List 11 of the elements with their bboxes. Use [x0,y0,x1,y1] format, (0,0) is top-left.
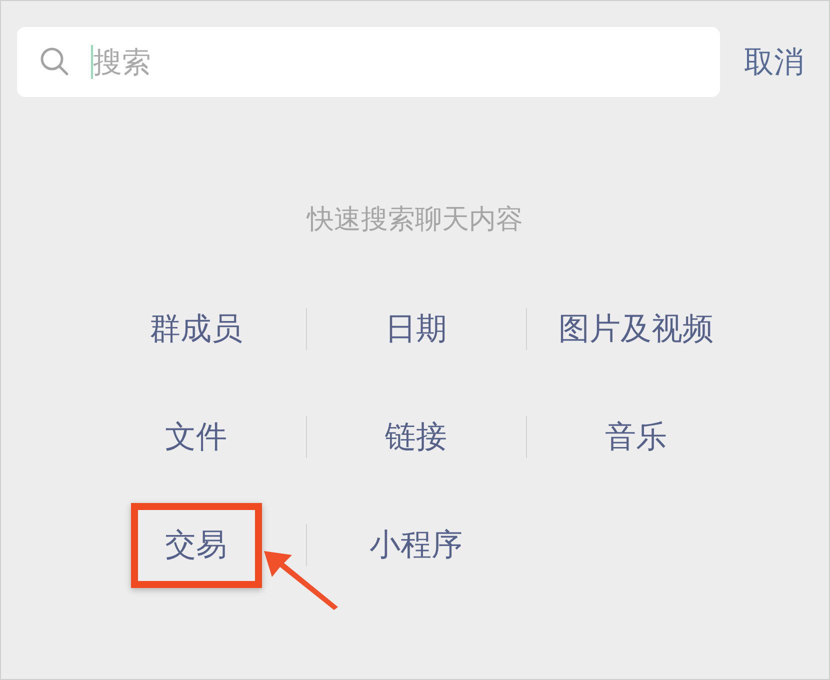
category-link[interactable]: 音乐 [605,416,667,458]
category-link[interactable]: 日期 [385,308,447,350]
category-link[interactable]: 文件 [165,416,227,458]
category-link[interactable]: 图片及视频 [558,308,714,350]
category-link[interactable]: 群成员 [150,308,242,350]
category-link[interactable]: 小程序 [370,524,462,566]
cancel-link[interactable]: 取消 [744,42,804,82]
category-link[interactable]: 链接 [385,416,447,458]
hint-text: 快速搜索聊天内容 [305,203,524,237]
category-link[interactable]: 交易 [165,524,227,566]
search-field[interactable]: 搜索 [17,27,720,97]
